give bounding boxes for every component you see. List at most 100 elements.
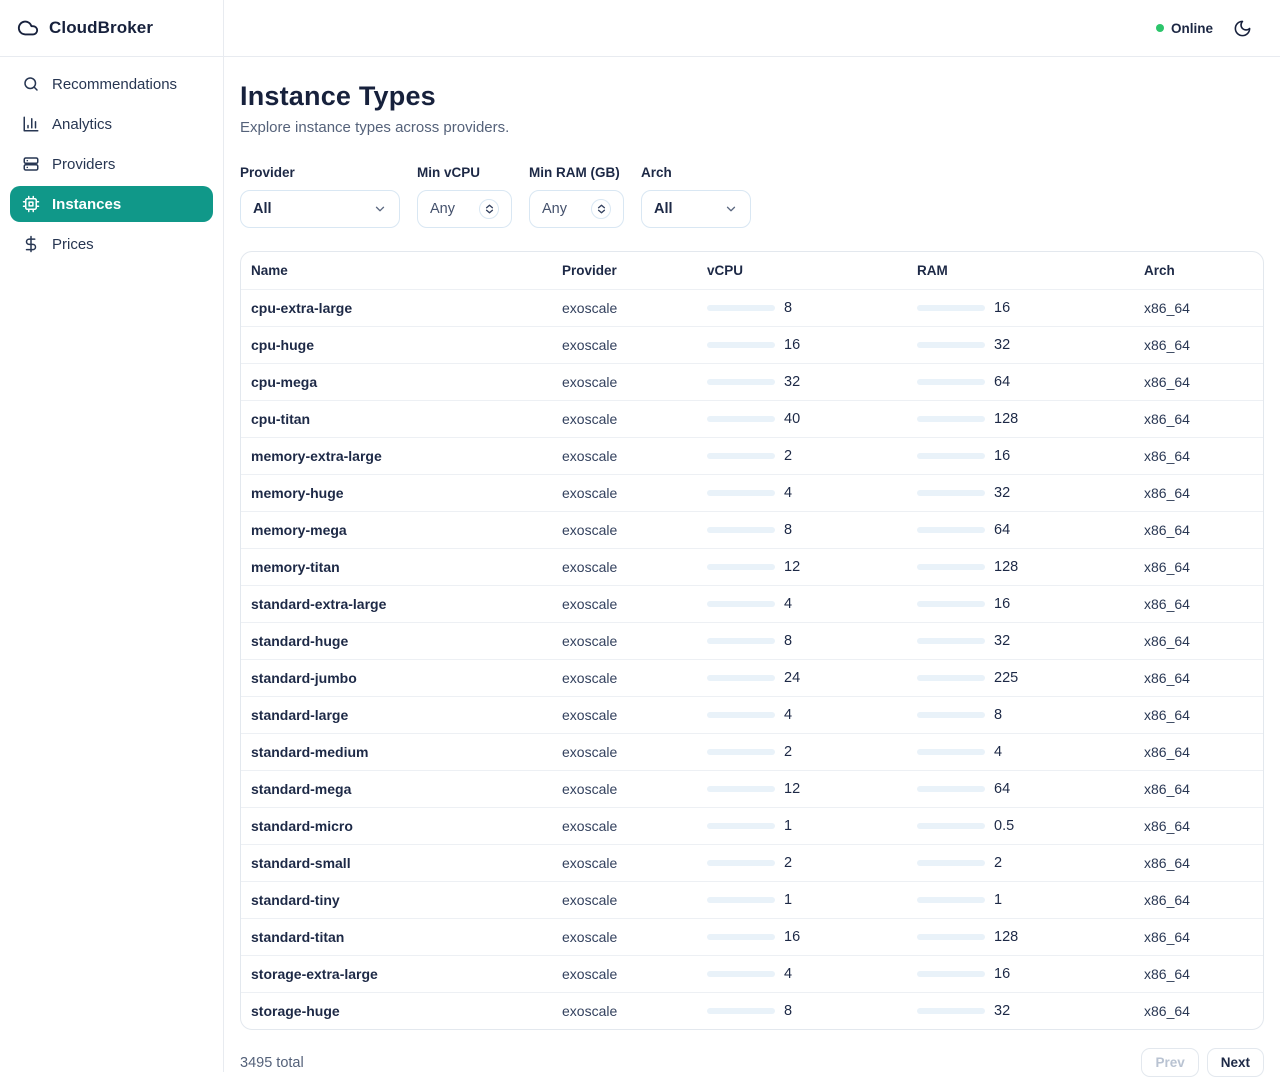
vcpu-value: 2 [784, 448, 792, 464]
min-ram-input[interactable] [542, 201, 585, 217]
ram-value: 8 [994, 707, 1002, 723]
vcpu-meter [707, 897, 775, 903]
cell-instance-name: memory-extra-large [251, 448, 562, 464]
ram-value: 32 [994, 485, 1010, 501]
prev-button[interactable]: Prev [1141, 1048, 1198, 1077]
cell-arch: x86_64 [1144, 670, 1253, 686]
chevron-down-icon [373, 202, 387, 216]
arch-select[interactable]: All [641, 190, 751, 228]
cell-vcpu: 4 [707, 966, 917, 982]
instance-types-table: Name Provider vCPU RAM Arch cpu-extra-la… [240, 251, 1264, 1030]
min-vcpu-field [417, 190, 512, 228]
filter-min-vcpu: Min vCPU [417, 165, 512, 228]
app-root: CloudBroker Recommendations Analytics Pr… [0, 0, 1280, 1072]
number-stepper-icon[interactable] [479, 199, 499, 219]
page-title: Instance Types [240, 81, 1264, 112]
cell-ram: 16 [917, 448, 1144, 464]
vcpu-value: 2 [784, 744, 792, 760]
cell-provider: exoscale [562, 929, 707, 945]
cell-ram: 128 [917, 411, 1144, 427]
ram-value: 16 [994, 300, 1010, 316]
vcpu-meter [707, 564, 775, 570]
cell-vcpu: 12 [707, 559, 917, 575]
ram-value: 32 [994, 633, 1010, 649]
number-stepper-icon[interactable] [591, 199, 611, 219]
filter-min-vcpu-label: Min vCPU [417, 165, 512, 180]
ram-meter [917, 453, 985, 459]
cell-arch: x86_64 [1144, 448, 1253, 464]
cell-instance-name: storage-extra-large [251, 966, 562, 982]
online-dot-icon [1156, 24, 1164, 32]
provider-select-value: All [253, 201, 272, 217]
cell-vcpu: 2 [707, 448, 917, 464]
sidebar-item-providers[interactable]: Providers [10, 146, 213, 182]
table-row: standard-large exoscale 4 8 x86_64 [241, 696, 1263, 733]
cell-arch: x86_64 [1144, 300, 1253, 316]
table-row: standard-mega exoscale 12 64 x86_64 [241, 770, 1263, 807]
total-count: 3495 total [240, 1055, 304, 1071]
cell-instance-name: standard-extra-large [251, 596, 562, 612]
cell-instance-name: standard-medium [251, 744, 562, 760]
theme-toggle-button[interactable] [1233, 19, 1252, 38]
cell-ram: 8 [917, 707, 1144, 723]
table-row: cpu-extra-large exoscale 8 16 x86_64 [241, 289, 1263, 326]
provider-select[interactable]: All [240, 190, 400, 228]
vcpu-meter [707, 675, 775, 681]
table-row: memory-titan exoscale 12 128 x86_64 [241, 548, 1263, 585]
cell-arch: x86_64 [1144, 781, 1253, 797]
sidebar-item-instances[interactable]: Instances [10, 186, 213, 222]
sidebar-item-prices[interactable]: Prices [10, 226, 213, 262]
cell-ram: 32 [917, 633, 1144, 649]
cell-provider: exoscale [562, 300, 707, 316]
vcpu-value: 4 [784, 966, 792, 982]
ram-value: 128 [994, 559, 1018, 575]
cell-instance-name: cpu-huge [251, 337, 562, 353]
vcpu-value: 1 [784, 818, 792, 834]
next-button[interactable]: Next [1207, 1048, 1264, 1077]
min-vcpu-input[interactable] [430, 201, 473, 217]
cell-ram: 16 [917, 300, 1144, 316]
ram-meter [917, 564, 985, 570]
table-row: standard-small exoscale 2 2 x86_64 [241, 844, 1263, 881]
ram-meter [917, 379, 985, 385]
cell-ram: 16 [917, 596, 1144, 612]
cell-vcpu: 8 [707, 1003, 917, 1019]
vcpu-value: 8 [784, 300, 792, 316]
cell-provider: exoscale [562, 411, 707, 427]
sidebar-item-analytics[interactable]: Analytics [10, 106, 213, 142]
ram-meter [917, 749, 985, 755]
cell-instance-name: standard-tiny [251, 892, 562, 908]
ram-value: 4 [994, 744, 1002, 760]
cell-provider: exoscale [562, 596, 707, 612]
vcpu-meter [707, 638, 775, 644]
cell-ram: 16 [917, 966, 1144, 982]
cell-provider: exoscale [562, 818, 707, 834]
vcpu-value: 8 [784, 522, 792, 538]
vcpu-value: 4 [784, 485, 792, 501]
vcpu-value: 4 [784, 707, 792, 723]
table-body: cpu-extra-large exoscale 8 16 x86_64 cpu… [241, 289, 1263, 1029]
table-row: memory-huge exoscale 4 32 x86_64 [241, 474, 1263, 511]
vcpu-value: 32 [784, 374, 800, 390]
page-subtitle: Explore instance types across providers. [240, 119, 1264, 136]
cell-instance-name: memory-titan [251, 559, 562, 575]
topbar: Online [224, 0, 1280, 57]
vcpu-meter [707, 379, 775, 385]
sidebar-item-recommendations[interactable]: Recommendations [10, 66, 213, 102]
cell-ram: 128 [917, 929, 1144, 945]
filter-arch-label: Arch [641, 165, 751, 180]
sidebar-item-label: Prices [52, 236, 94, 253]
app-name: CloudBroker [49, 18, 153, 38]
sidebar-item-label: Recommendations [52, 76, 177, 93]
filter-min-ram-label: Min RAM (GB) [529, 165, 624, 180]
vcpu-value: 16 [784, 337, 800, 353]
cell-vcpu: 32 [707, 374, 917, 390]
ram-value: 128 [994, 411, 1018, 427]
cell-instance-name: standard-jumbo [251, 670, 562, 686]
cell-instance-name: storage-huge [251, 1003, 562, 1019]
cell-arch: x86_64 [1144, 1003, 1253, 1019]
cell-provider: exoscale [562, 485, 707, 501]
ram-value: 225 [994, 670, 1018, 686]
cell-vcpu: 8 [707, 633, 917, 649]
vcpu-meter [707, 860, 775, 866]
